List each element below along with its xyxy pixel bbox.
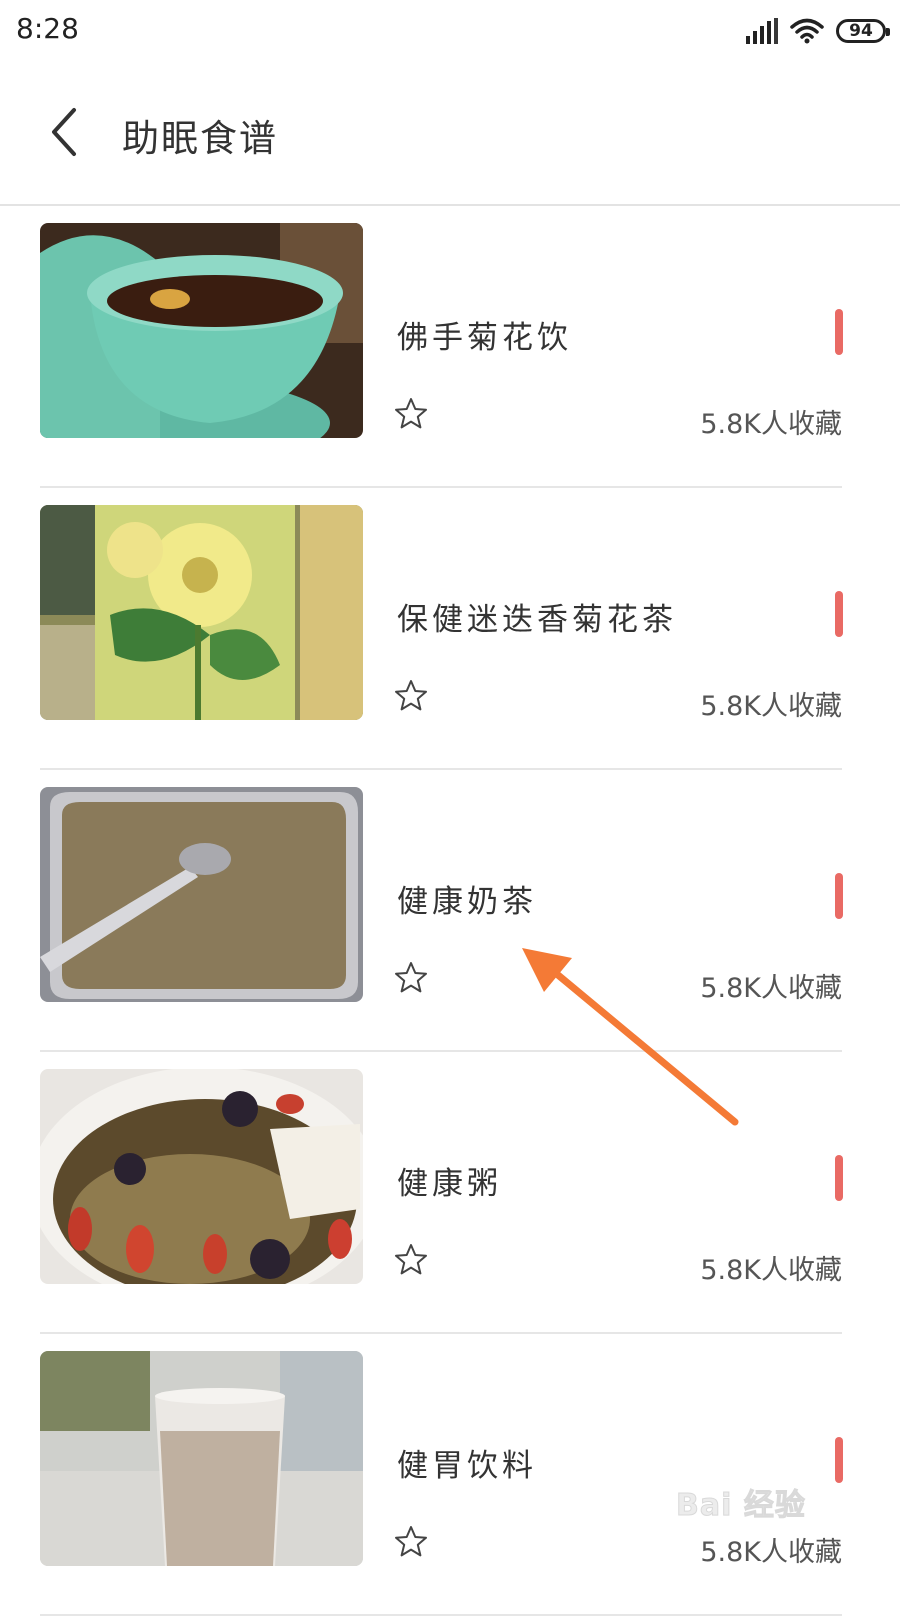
battery-level: 94 bbox=[849, 21, 873, 41]
star-icon[interactable] bbox=[393, 1242, 429, 1278]
favorite-count: 5.8K人收藏 bbox=[700, 973, 842, 1004]
milk-tea-image bbox=[40, 787, 363, 1002]
accent-bar bbox=[835, 309, 843, 355]
recipe-title[interactable]: 健康粥 bbox=[397, 1158, 502, 1203]
recipe-thumbnail[interactable] bbox=[40, 223, 363, 438]
status-bar: 8:28 94 bbox=[0, 0, 900, 62]
recipe-title[interactable]: 健胃饮料 bbox=[397, 1440, 537, 1485]
list-item[interactable]: 健康奶茶 5.8K人收藏 bbox=[0, 770, 900, 1052]
star-icon[interactable] bbox=[393, 678, 429, 714]
recipe-thumbnail[interactable] bbox=[40, 787, 363, 1002]
accent-bar bbox=[835, 591, 843, 637]
recipe-title[interactable]: 健康奶茶 bbox=[397, 876, 537, 921]
favorite-count: 5.8K人收藏 bbox=[700, 1255, 842, 1286]
wifi-icon bbox=[790, 18, 824, 44]
favorite-count: 5.8K人收藏 bbox=[700, 691, 842, 722]
flower-tea-image bbox=[40, 505, 363, 720]
chevron-left-icon bbox=[52, 108, 76, 156]
favorite-count: 5.8K人收藏 bbox=[700, 409, 842, 440]
list-item[interactable]: 保健迷迭香菊花茶 5.8K人收藏 bbox=[0, 488, 900, 770]
star-icon[interactable] bbox=[393, 960, 429, 996]
star-icon[interactable] bbox=[393, 396, 429, 432]
watermark: Bai 经验 bbox=[676, 1488, 806, 1524]
signal-icon bbox=[746, 18, 778, 44]
accent-bar bbox=[835, 873, 843, 919]
recipe-title[interactable]: 佛手菊花饮 bbox=[397, 312, 572, 357]
list-item[interactable]: 佛手菊花饮 5.8K人收藏 bbox=[0, 206, 900, 488]
recipe-thumbnail[interactable] bbox=[40, 505, 363, 720]
list-item[interactable]: 健胃饮料 5.8K人收藏 bbox=[0, 1334, 900, 1616]
list-item[interactable]: 健康粥 5.8K人收藏 bbox=[0, 1052, 900, 1334]
status-icons: 94 bbox=[746, 14, 890, 48]
recipe-list: 佛手菊花饮 5.8K人收藏 保健迷迭香菊花茶 5.8K人收藏 健康奶茶 5.8K… bbox=[0, 206, 900, 1616]
status-time: 8:28 bbox=[16, 12, 79, 45]
recipe-title[interactable]: 保健迷迭香菊花茶 bbox=[397, 594, 677, 639]
app-header: 助眠食谱 bbox=[0, 62, 900, 206]
star-icon[interactable] bbox=[393, 1524, 429, 1560]
recipe-thumbnail[interactable] bbox=[40, 1351, 363, 1566]
battery-icon: 94 bbox=[836, 19, 890, 43]
favorite-count: 5.8K人收藏 bbox=[700, 1537, 842, 1568]
back-button[interactable] bbox=[40, 100, 94, 164]
porridge-image bbox=[40, 1069, 363, 1284]
recipe-thumbnail[interactable] bbox=[40, 1069, 363, 1284]
milk-drink-image bbox=[40, 1351, 363, 1566]
page-title: 助眠食谱 bbox=[122, 117, 278, 160]
accent-bar bbox=[835, 1437, 843, 1483]
accent-bar bbox=[835, 1155, 843, 1201]
tea-cup-image bbox=[40, 223, 363, 438]
